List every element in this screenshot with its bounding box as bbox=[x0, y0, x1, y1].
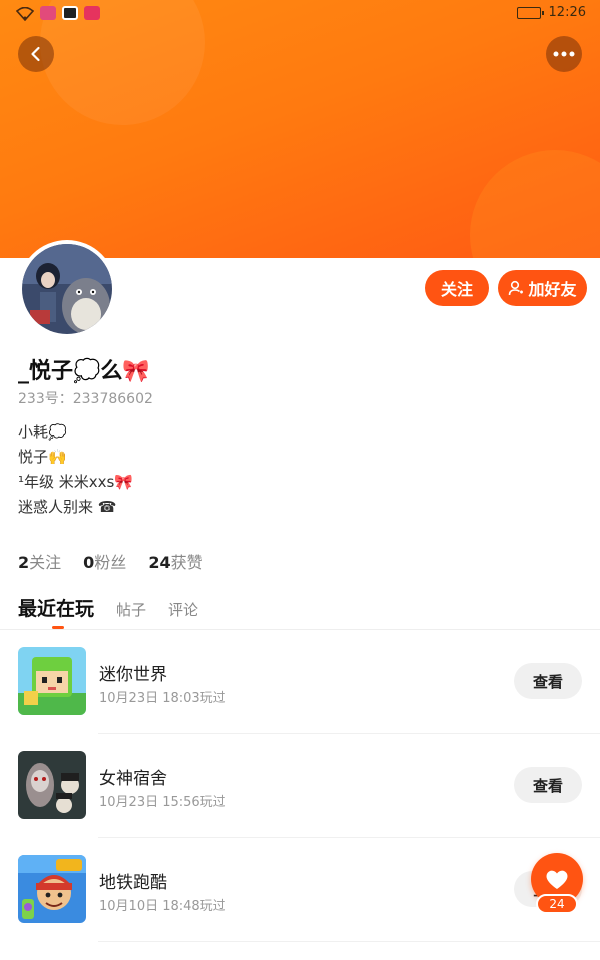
game-played-time: 10月23日 15:56玩过 bbox=[99, 795, 226, 810]
divider bbox=[98, 941, 600, 942]
bio-line: 迷惑人别来 ☎ bbox=[18, 498, 117, 516]
profile-stats: 2关注 0粉丝 24获赞 bbox=[18, 549, 203, 573]
add-friend-button[interactable]: 加好友 bbox=[498, 270, 587, 306]
app-notification-icon bbox=[84, 6, 100, 20]
heart-icon bbox=[546, 870, 568, 889]
back-button[interactable] bbox=[18, 36, 54, 72]
status-right: 12:26 bbox=[516, 5, 586, 20]
list-item[interactable]: 地铁跑酷 10月10日 18:48玩过 查看 bbox=[0, 838, 600, 942]
game-played-time: 10月10日 18:48玩过 bbox=[99, 899, 226, 914]
stat-value: 24 bbox=[148, 553, 171, 572]
bio-line: 悦子🙌 bbox=[18, 448, 67, 466]
battery-icon bbox=[516, 6, 544, 19]
user-id[interactable]: 233号：233786602 bbox=[18, 388, 153, 408]
user-add-icon bbox=[509, 280, 524, 296]
stat-value: 0 bbox=[83, 553, 95, 572]
clock: 12:26 bbox=[548, 5, 586, 20]
stat-value: 2 bbox=[18, 553, 30, 572]
status-bar: 12:26 bbox=[0, 0, 600, 28]
game-list: 迷你世界 10月23日 18:03玩过 查看 女神宿舍 10月23日 15:56… bbox=[0, 630, 600, 942]
view-button[interactable]: 查看 bbox=[514, 767, 582, 803]
game-title: 女神宿舍 bbox=[99, 769, 167, 789]
stat-likes[interactable]: 24获赞 bbox=[148, 549, 202, 573]
stat-label: 粉丝 bbox=[94, 553, 127, 572]
list-item[interactable]: 女神宿舍 10月23日 15:56玩过 查看 bbox=[0, 734, 600, 838]
game-title: 地铁跑酷 bbox=[99, 873, 167, 893]
profile-banner bbox=[0, 0, 600, 258]
follow-label: 关注 bbox=[440, 280, 473, 299]
game-icon-mini-world bbox=[18, 647, 86, 715]
follow-button[interactable]: 关注 bbox=[425, 270, 489, 306]
app-notification-icon bbox=[40, 6, 56, 20]
bio-line: 小耗💭 bbox=[18, 423, 67, 441]
game-icon-goddess-dorm bbox=[18, 751, 86, 819]
wifi-icon bbox=[15, 6, 35, 22]
stat-label: 获赞 bbox=[170, 553, 203, 572]
like-count-badge: 24 bbox=[536, 894, 578, 914]
game-title: 迷你世界 bbox=[99, 665, 167, 685]
profile-tabs: 最近在玩 帖子 评论 bbox=[18, 594, 198, 621]
stat-followers[interactable]: 0粉丝 bbox=[83, 549, 126, 573]
stat-following[interactable]: 2关注 bbox=[18, 549, 61, 573]
avatar-image bbox=[22, 244, 112, 334]
tab-recent-played[interactable]: 最近在玩 bbox=[18, 594, 94, 621]
stat-label: 关注 bbox=[29, 553, 62, 572]
more-button[interactable] bbox=[546, 36, 582, 72]
chevron-left-icon bbox=[31, 46, 40, 62]
status-icons bbox=[15, 6, 100, 22]
list-item[interactable]: 迷你世界 10月23日 18:03玩过 查看 bbox=[0, 630, 600, 734]
view-button[interactable]: 查看 bbox=[514, 663, 582, 699]
bio: 小耗💭 悦子🙌 ¹年级 米米xxs🎀 迷惑人别来 ☎ bbox=[18, 420, 133, 520]
avatar[interactable] bbox=[18, 240, 116, 338]
game-played-time: 10月23日 18:03玩过 bbox=[99, 691, 226, 706]
banner-decoration bbox=[470, 150, 600, 258]
add-friend-label: 加好友 bbox=[528, 280, 577, 299]
more-dots-icon bbox=[553, 51, 575, 57]
game-icon-subway-surfers bbox=[18, 855, 86, 923]
bio-line: ¹年级 米米xxs🎀 bbox=[18, 473, 134, 491]
app-notification-icon bbox=[62, 6, 78, 20]
nickname: _悦子💭么🎀 bbox=[18, 359, 150, 384]
tab-posts[interactable]: 帖子 bbox=[116, 599, 146, 620]
tab-comments[interactable]: 评论 bbox=[168, 599, 198, 620]
